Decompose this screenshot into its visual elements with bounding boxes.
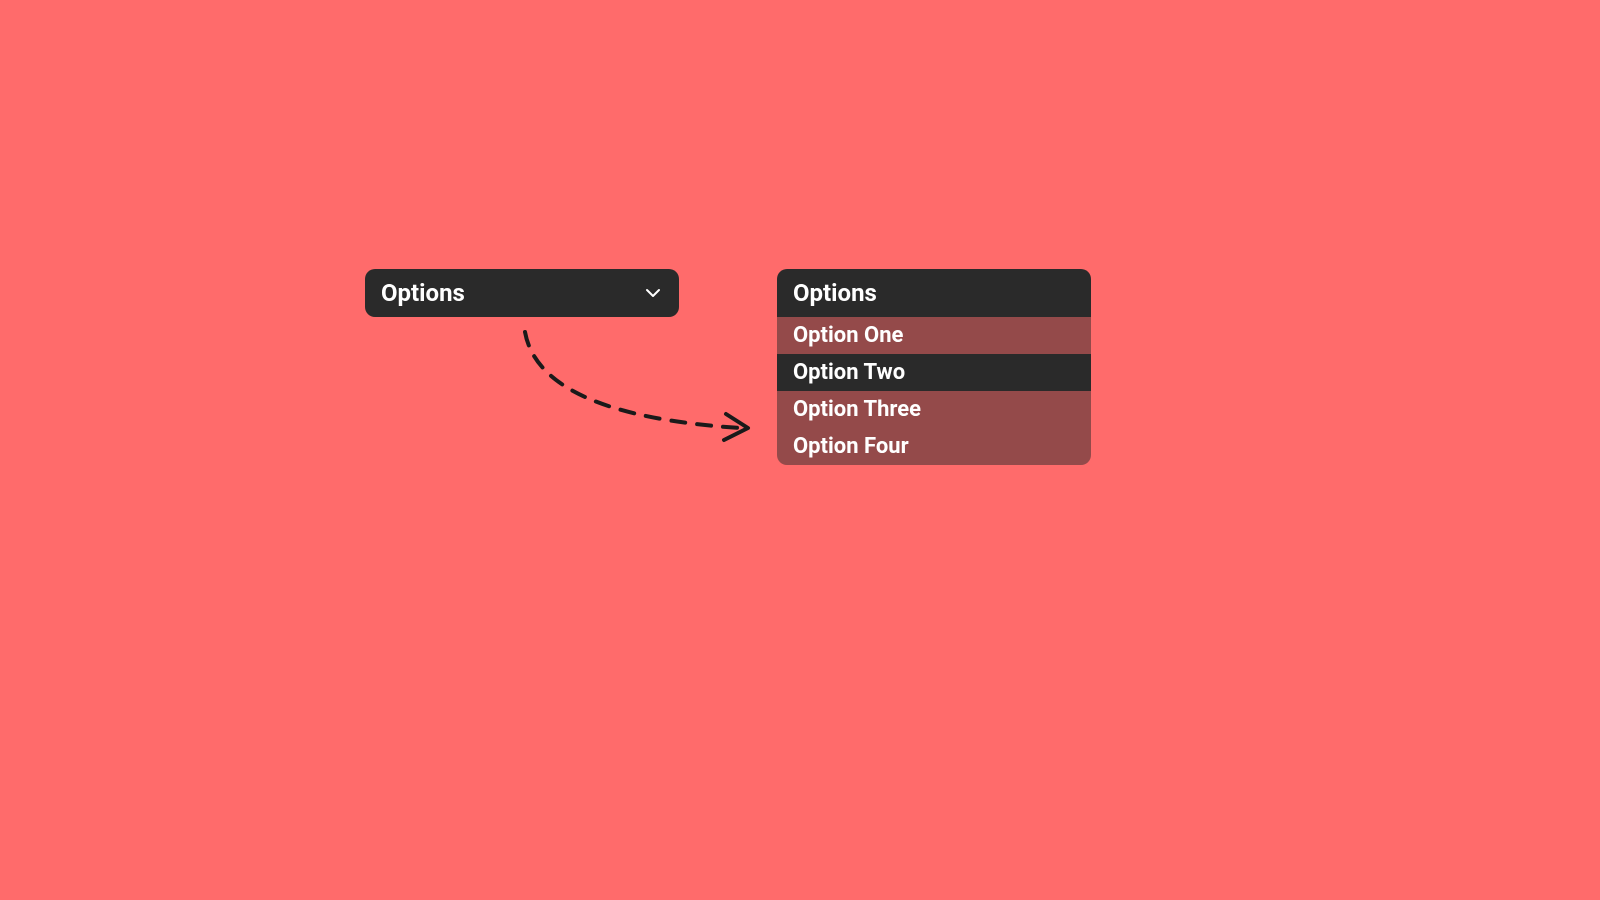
dropdown-option[interactable]: Option Three (777, 391, 1091, 428)
dropdown-option[interactable]: Option One (777, 317, 1091, 354)
dropdown-open-label: Options (793, 279, 877, 307)
dropdown-open: Options Option One Option Two Option Thr… (777, 269, 1091, 465)
dropdown-open-header[interactable]: Options (777, 269, 1091, 317)
chevron-down-icon (645, 285, 661, 301)
dropdown-option[interactable]: Option Four (777, 428, 1091, 465)
dropdown-options-list: Option One Option Two Option Three Optio… (777, 317, 1091, 465)
dropdown-option[interactable]: Option Two (777, 354, 1091, 391)
transition-arrow (500, 320, 760, 450)
dropdown-closed-label: Options (381, 279, 465, 307)
dropdown-closed[interactable]: Options (365, 269, 679, 317)
